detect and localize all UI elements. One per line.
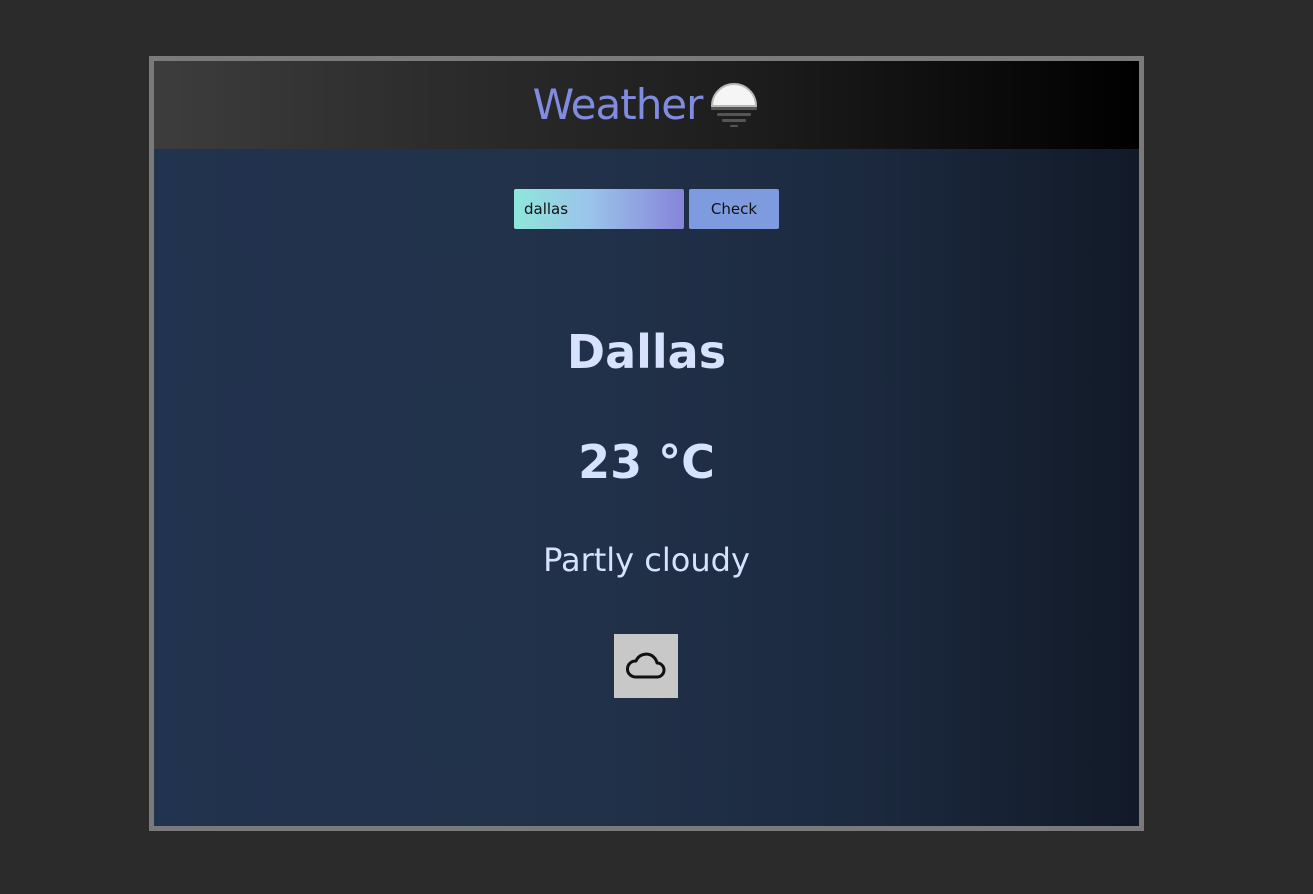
check-button[interactable]: Check <box>689 189 779 229</box>
city-name: Dallas <box>566 325 727 379</box>
cloud-icon <box>614 634 678 698</box>
weather-app-frame: Weather Check Dallas 23 °C Partly cloudy <box>149 56 1144 831</box>
app-title: Weather <box>532 79 704 129</box>
city-search-input[interactable] <box>514 189 684 229</box>
cloud-svg <box>626 652 666 679</box>
temperature-display: 23 °C <box>578 435 715 489</box>
weather-condition: Partly cloudy <box>543 541 750 579</box>
sunset-icon <box>708 79 760 131</box>
sunset-svg <box>711 83 758 127</box>
search-row: Check <box>514 189 779 229</box>
app-header: Weather <box>154 61 1139 149</box>
